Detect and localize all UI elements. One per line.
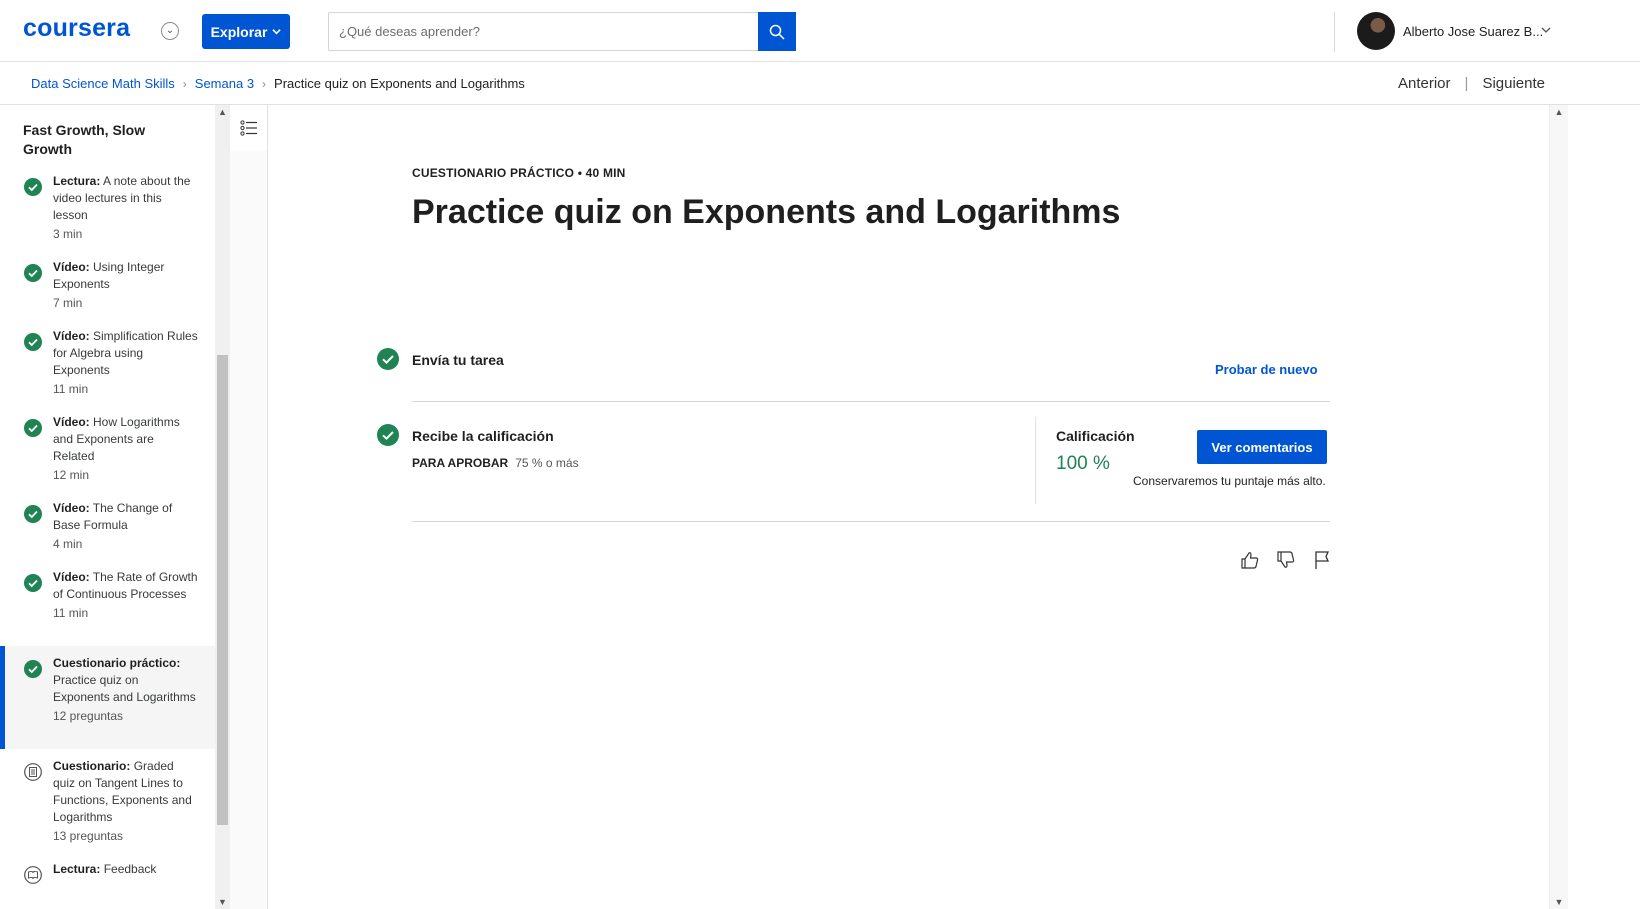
previous-button[interactable]: Anterior	[1398, 75, 1451, 92]
vertical-divider	[1035, 417, 1036, 504]
like-button[interactable]	[1239, 549, 1261, 571]
breadcrumb-course-link[interactable]: Data Science Math Skills	[31, 76, 175, 91]
check-circle-icon	[24, 419, 42, 437]
sidebar-item[interactable]: Vídeo: Simplification Rules for Algebra …	[0, 328, 215, 398]
check-circle-icon	[24, 264, 42, 282]
dislike-button[interactable]	[1275, 549, 1297, 571]
search-button[interactable]	[758, 12, 796, 51]
sidebar-item-duration: 7 min	[53, 296, 83, 310]
sidebar-item-type: Vídeo:	[53, 415, 90, 429]
grade-label: Calificación	[1056, 428, 1135, 444]
sidebar-item-duration: 4 min	[53, 537, 83, 551]
outline-rail	[230, 105, 268, 909]
scroll-down-arrow-icon[interactable]: ▼	[1550, 895, 1568, 909]
sidebar-item[interactable]: Lectura: Feedback	[0, 861, 215, 909]
check-circle-icon	[24, 333, 42, 351]
scroll-up-arrow-icon[interactable]: ▲	[215, 105, 230, 119]
sidebar-item[interactable]: Lectura: A note about the video lectures…	[0, 173, 215, 243]
chevron-down-icon[interactable]	[1540, 24, 1552, 36]
sidebar-item[interactable]: Vídeo: How Logarithms and Exponents are …	[0, 414, 215, 484]
chevron-down-icon[interactable]: ⌄	[161, 22, 179, 40]
pager-separator: |	[1464, 75, 1469, 92]
module-title: Fast Growth, Slow Growth	[23, 122, 146, 157]
next-button[interactable]: Siguiente	[1482, 75, 1545, 92]
sidebar-item[interactable]: Vídeo: Using Integer Exponents 7 min	[0, 259, 215, 314]
flag-icon	[1315, 551, 1330, 569]
check-circle-icon	[24, 178, 42, 196]
thumbs-down-icon	[1277, 551, 1295, 568]
sidebar-item-duration: 3 min	[53, 227, 83, 241]
breadcrumb-bar: Data Science Math Skills › Semana 3 › Pr…	[0, 62, 1640, 105]
top-navigation-bar: coursera ⌄ Explorar Alberto Jose Suarez …	[0, 0, 1640, 62]
check-circle-icon	[24, 505, 42, 523]
grade-step-label: Recibe la calificación	[412, 428, 554, 444]
item-type-label: CUESTIONARIO PRÁCTICO • 40 MIN	[412, 166, 626, 180]
scroll-up-arrow-icon[interactable]: ▲	[1550, 105, 1568, 119]
breadcrumb-week-link[interactable]: Semana 3	[195, 76, 254, 91]
toggle-outline-button[interactable]	[230, 105, 267, 151]
sidebar-item[interactable]: Vídeo: The Rate of Growth of Continuous …	[0, 569, 215, 639]
scroll-thumb[interactable]	[217, 355, 228, 825]
item-pager: Anterior | Siguiente	[1398, 75, 1545, 92]
sidebar-item-title: Practice quiz on Exponents and Logarithm…	[53, 673, 196, 704]
sidebar-item-duration: 11 min	[53, 382, 89, 396]
chevron-right-icon: ›	[182, 76, 187, 91]
check-circle-icon	[377, 348, 399, 370]
header-divider	[1334, 12, 1335, 52]
retry-button[interactable]: Probar de nuevo	[1215, 362, 1318, 377]
check-circle-icon	[24, 660, 42, 678]
breadcrumb: Data Science Math Skills › Semana 3 › Pr…	[31, 76, 525, 91]
passing-label: PARA APROBAR	[412, 456, 509, 470]
grade-value: 100 %	[1056, 453, 1110, 474]
quiz-icon	[24, 763, 42, 781]
sidebar-item-duration: 11 min	[53, 606, 89, 620]
submit-step-label: Envía tu tarea	[412, 352, 504, 368]
sidebar-item-active[interactable]: Cuestionario práctico: Practice quiz on …	[0, 646, 215, 749]
sidebar-item-type: Vídeo:	[53, 501, 90, 515]
coursera-logo[interactable]: coursera	[23, 14, 130, 43]
chevron-down-icon	[272, 29, 282, 35]
sidebar-item-type: Lectura:	[53, 174, 101, 188]
sidebar-item[interactable]: Vídeo: The Change of Base Formula 4 min	[0, 500, 215, 555]
main-content: CUESTIONARIO PRÁCTICO • 40 MIN Practice …	[269, 105, 1549, 909]
sidebar-item-type: Vídeo:	[53, 329, 90, 343]
explore-label: Explorar	[210, 23, 268, 40]
sidebar-item-question-count: 13 preguntas	[53, 829, 124, 843]
breadcrumb-current: Practice quiz on Exponents and Logarithm…	[274, 76, 525, 91]
page-title: Practice quiz on Exponents and Logarithm…	[412, 193, 1121, 231]
user-name[interactable]: Alberto Jose Suarez B...	[1403, 24, 1543, 39]
passing-value: 75 % o más	[515, 456, 579, 470]
sidebar-item-type: Lectura:	[53, 862, 101, 876]
list-icon	[239, 120, 257, 136]
check-circle-icon	[24, 574, 42, 592]
sidebar-item-type: Vídeo:	[53, 570, 90, 584]
search-input[interactable]	[329, 13, 758, 50]
search-icon	[769, 24, 785, 40]
sidebar-scrollbar[interactable]: ▲ ▼	[215, 105, 230, 909]
report-button[interactable]	[1311, 549, 1333, 571]
search-box	[328, 12, 796, 51]
sidebar-item-duration: 12 preguntas	[53, 709, 124, 723]
thumbs-up-icon	[1241, 552, 1259, 569]
sidebar-item-type: Cuestionario:	[53, 759, 131, 773]
scroll-down-arrow-icon[interactable]: ▼	[215, 895, 230, 909]
chevron-right-icon: ›	[262, 76, 267, 91]
main-scrollbar[interactable]: ▲ ▼	[1549, 105, 1568, 909]
sidebar-item-type: Vídeo:	[53, 260, 90, 274]
reading-icon	[24, 866, 42, 884]
sidebar-item-duration: 12 min	[53, 468, 90, 482]
course-outline-sidebar: Fast Growth, Slow Growth Lectura: A note…	[0, 105, 215, 909]
highest-score-note: Conservaremos tu puntaje más alto.	[1133, 474, 1326, 488]
reaction-buttons	[1239, 549, 1333, 571]
check-circle-icon	[377, 424, 399, 446]
divider	[412, 521, 1330, 522]
sidebar-item[interactable]: Cuestionario: Graded quiz on Tangent Lin…	[0, 758, 215, 844]
view-feedback-button[interactable]: Ver comentarios	[1197, 430, 1327, 464]
passing-requirement: PARA APROBAR 75 % o más	[412, 456, 579, 470]
sidebar-item-title: Feedback	[103, 862, 157, 876]
avatar[interactable]	[1357, 12, 1395, 50]
explore-button[interactable]: Explorar	[202, 14, 290, 49]
sidebar-item-type: Cuestionario práctico:	[53, 656, 181, 670]
divider	[412, 401, 1330, 402]
